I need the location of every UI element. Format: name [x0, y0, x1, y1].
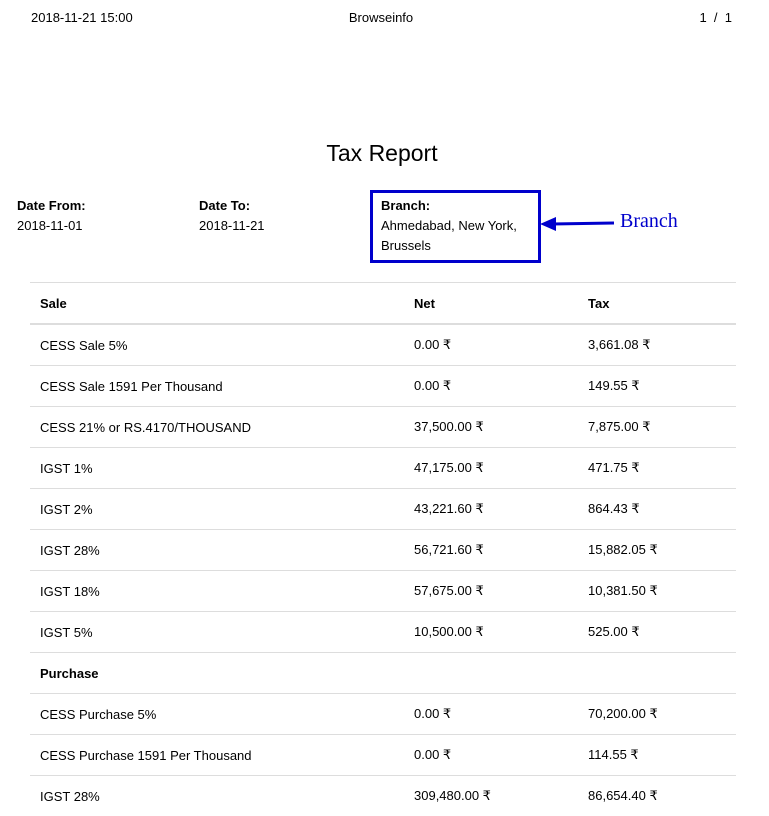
- net-cell: 56,721.60 ₹: [404, 530, 578, 571]
- purchase-section-row: Purchase: [30, 653, 736, 694]
- page-number: 1: [699, 10, 706, 25]
- header-net: Net: [404, 283, 578, 325]
- branch-value: Ahmedabad, New York, Brussels: [381, 216, 538, 256]
- tax-cell: 10,381.50 ₹: [578, 571, 736, 612]
- table-row: IGST 5% 10,500.00 ₹ 525.00 ₹: [30, 612, 736, 653]
- net-cell: 0.00 ₹: [404, 366, 578, 407]
- tax-name-cell: CESS Purchase 5%: [30, 694, 404, 735]
- table-row: CESS 21% or RS.4170/THOUSAND 37,500.00 ₹…: [30, 407, 736, 448]
- tax-table: Sale Net Tax CESS Sale 5% 0.00 ₹ 3,661.0…: [30, 282, 736, 816]
- branch-block: Branch: Ahmedabad, New York, Brussels: [370, 190, 541, 263]
- table-row: CESS Purchase 1591 Per Thousand 0.00 ₹ 1…: [30, 735, 736, 776]
- tax-cell: 7,875.00 ₹: [578, 407, 736, 448]
- print-page-header: 2018-11-21 15:00 Browseinfo 1 / 1: [0, 10, 769, 28]
- net-cell: 0.00 ₹: [404, 694, 578, 735]
- date-from-label: Date From:: [17, 196, 86, 216]
- tax-name-cell: CESS 21% or RS.4170/THOUSAND: [30, 407, 404, 448]
- net-cell: 37,500.00 ₹: [404, 407, 578, 448]
- header-tax: Tax: [578, 283, 736, 325]
- date-from-value: 2018-11-01: [17, 216, 86, 236]
- tax-name-cell: IGST 28%: [30, 776, 404, 816]
- empty-cell: [578, 653, 736, 694]
- annotation-arrow-icon: [538, 213, 616, 233]
- net-cell: 43,221.60 ₹: [404, 489, 578, 530]
- tax-cell: 70,200.00 ₹: [578, 694, 736, 735]
- table-row: CESS Purchase 5% 0.00 ₹ 70,200.00 ₹: [30, 694, 736, 735]
- branch-label: Branch:: [381, 196, 538, 216]
- tax-name-cell: CESS Sale 5%: [30, 324, 404, 366]
- tax-name-cell: IGST 1%: [30, 448, 404, 489]
- tax-cell: 471.75 ₹: [578, 448, 736, 489]
- tax-cell: 86,654.40 ₹: [578, 776, 736, 816]
- net-cell: 309,480.00 ₹: [404, 776, 578, 816]
- net-cell: 57,675.00 ₹: [404, 571, 578, 612]
- net-cell: 10,500.00 ₹: [404, 612, 578, 653]
- tax-name-cell: IGST 18%: [30, 571, 404, 612]
- tax-name-cell: IGST 2%: [30, 489, 404, 530]
- purchase-heading: Purchase: [30, 653, 404, 694]
- annotation-label: Branch: [620, 210, 678, 233]
- header-sale: Sale: [30, 283, 404, 325]
- table-row: CESS Sale 5% 0.00 ₹ 3,661.08 ₹: [30, 324, 736, 366]
- net-cell: 0.00 ₹: [404, 735, 578, 776]
- net-cell: 0.00 ₹: [404, 324, 578, 366]
- empty-cell: [404, 653, 578, 694]
- table-row: CESS Sale 1591 Per Thousand 0.00 ₹ 149.5…: [30, 366, 736, 407]
- date-to-block: Date To: 2018-11-21: [199, 196, 265, 236]
- page-total: 1: [725, 10, 732, 25]
- table-header-row: Sale Net Tax: [30, 283, 736, 325]
- table-row: IGST 28% 56,721.60 ₹ 15,882.05 ₹: [30, 530, 736, 571]
- date-to-value: 2018-11-21: [199, 216, 265, 236]
- report-title: Tax Report: [0, 140, 764, 167]
- net-cell: 47,175.00 ₹: [404, 448, 578, 489]
- date-from-block: Date From: 2018-11-01: [17, 196, 86, 236]
- table-row: IGST 1% 47,175.00 ₹ 471.75 ₹: [30, 448, 736, 489]
- table-row: IGST 2% 43,221.60 ₹ 864.43 ₹: [30, 489, 736, 530]
- tax-cell: 864.43 ₹: [578, 489, 736, 530]
- tax-cell: 525.00 ₹: [578, 612, 736, 653]
- tax-cell: 114.55 ₹: [578, 735, 736, 776]
- tax-name-cell: CESS Purchase 1591 Per Thousand: [30, 735, 404, 776]
- date-to-label: Date To:: [199, 196, 265, 216]
- tax-name-cell: IGST 5%: [30, 612, 404, 653]
- tax-name-cell: IGST 28%: [30, 530, 404, 571]
- page-counter: 1 / 1: [699, 10, 732, 25]
- tax-name-cell: CESS Sale 1591 Per Thousand: [30, 366, 404, 407]
- tax-cell: 149.55 ₹: [578, 366, 736, 407]
- print-site-title: Browseinfo: [0, 10, 762, 25]
- tax-cell: 3,661.08 ₹: [578, 324, 736, 366]
- tax-cell: 15,882.05 ₹: [578, 530, 736, 571]
- table-row: IGST 28% 309,480.00 ₹ 86,654.40 ₹: [30, 776, 736, 816]
- table-row: IGST 18% 57,675.00 ₹ 10,381.50 ₹: [30, 571, 736, 612]
- page-separator: /: [714, 10, 718, 25]
